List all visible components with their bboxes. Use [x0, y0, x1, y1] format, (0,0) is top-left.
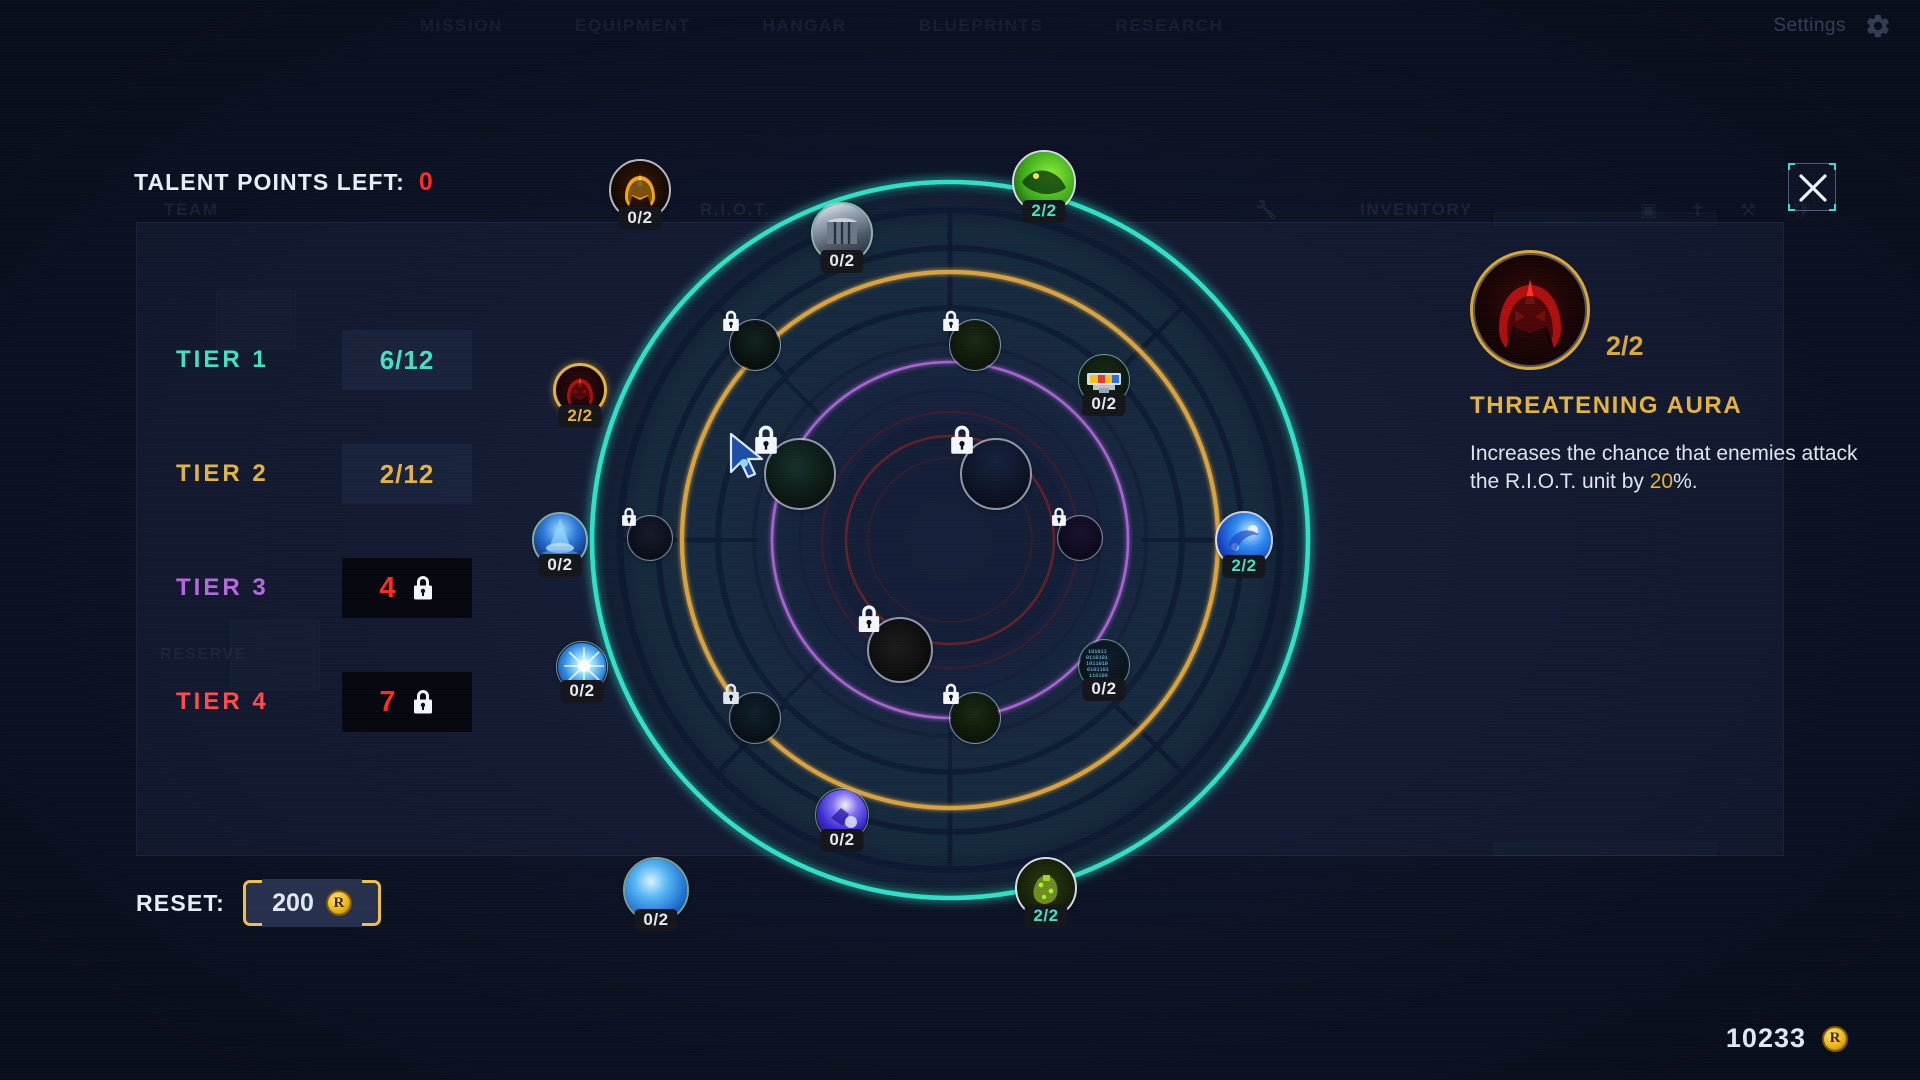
lock-icon	[943, 683, 959, 704]
corner-tr	[1829, 163, 1836, 170]
talent-points-header: TALENT POINTS LEFT: 0	[134, 168, 434, 197]
lock-icon	[413, 690, 432, 714]
tier-4-label: TIER 4	[176, 688, 269, 715]
tab-mission[interactable]: MISSION	[420, 16, 503, 36]
talent-node-crate[interactable]: 0/2	[1078, 354, 1130, 416]
tier-row[interactable]: TIER 3 4	[176, 558, 472, 618]
talent-node-count: 0/2	[560, 680, 604, 703]
talent-node-locked-t3-a[interactable]	[723, 310, 781, 371]
bg-label-team: TEAM	[164, 200, 219, 219]
reset-control: RESET: 200 R	[136, 879, 381, 927]
lock-icon	[943, 310, 959, 331]
talent-node-armor-plate[interactable]: 0/2	[811, 202, 873, 273]
talent-node-threatening-aura[interactable]: 2/2	[553, 363, 607, 428]
tier-list: TIER 1 6/12 TIER 2 2/12 TIER 3 4 TIER 4	[176, 330, 472, 786]
talent-node-locked-t4-a[interactable]	[755, 425, 836, 510]
info-title: THREATENING AURA	[1470, 392, 1743, 419]
talent-node-blue-orb[interactable]: 2/2	[1215, 511, 1273, 578]
talent-node-count: 2/2	[1222, 555, 1266, 578]
tier-2-label: TIER 2	[176, 460, 269, 487]
talent-node-count: 0/2	[538, 554, 582, 577]
talent-points-label: TALENT POINTS LEFT:	[134, 169, 405, 195]
talent-node-count: 0/2	[1082, 678, 1126, 701]
talent-node-purple-orb[interactable]: 0/2	[815, 788, 869, 852]
info-rank: 2/2	[1606, 331, 1644, 361]
gear-icon	[1867, 14, 1889, 38]
talent-info-panel: 2/2 THREATENING AURA Increases the chanc…	[1470, 250, 1860, 495]
info-icon-row: 2/2	[1470, 250, 1860, 370]
talent-points-value: 0	[418, 168, 434, 196]
talent-node-count: 2/2	[1024, 905, 1068, 928]
lock-icon	[723, 683, 739, 704]
tier-4-requirement: 7	[379, 685, 397, 718]
lock-icon	[723, 310, 739, 331]
talent-node-locked-t4-b[interactable]	[951, 425, 1032, 510]
close-button[interactable]	[1788, 163, 1836, 211]
info-desc-post: %.	[1673, 469, 1698, 493]
tab-blueprints[interactable]: BLUEPRINTS	[919, 16, 1044, 36]
tier-4-progress: 7	[342, 672, 472, 732]
settings-label: Settings	[1773, 15, 1846, 36]
lock-icon	[1052, 507, 1066, 526]
talent-wheel: 0/2 2/2 2/2 2/2 0/2 0/2 0/2 0/2 101011 0…	[520, 110, 1380, 970]
tier-3-label: TIER 3	[176, 574, 269, 601]
talent-node-locked-t3-d[interactable]	[943, 683, 1001, 744]
talent-node-locked-t3-c[interactable]	[1052, 507, 1103, 561]
corner-br	[1829, 204, 1836, 211]
tier-row[interactable]: TIER 1 6/12	[176, 330, 472, 390]
tab-research[interactable]: RESEARCH	[1115, 16, 1223, 36]
credits-coin-icon: R	[1822, 1025, 1848, 1052]
credits-coin-icon: R	[325, 890, 352, 916]
threatening-aura-icon	[1470, 250, 1590, 370]
talent-node-locked-t3-e[interactable]	[723, 683, 781, 744]
talent-node-data-sphere[interactable]: 101011 0110101 1011010 0101101 110100 0/2	[1078, 639, 1130, 701]
reset-cost: 200	[272, 888, 314, 917]
reset-label: RESET:	[136, 889, 225, 916]
talent-node-count: 0/2	[1082, 393, 1126, 416]
info-desc-highlight: 20	[1649, 469, 1674, 493]
info-description: Increases the chance that enemies attack…	[1470, 440, 1860, 495]
talent-node-blue-beam[interactable]: 0/2	[532, 512, 588, 577]
corner-tl	[1788, 163, 1795, 170]
lock-icon	[622, 507, 636, 526]
close-icon	[1799, 174, 1827, 202]
talent-node-green-creature[interactable]: 2/2	[1012, 150, 1076, 223]
talent-node-count: 0/2	[820, 250, 864, 273]
bg-tools-icon: ⚒	[1740, 200, 1757, 220]
talent-node-count: 0/2	[618, 207, 662, 230]
tier-2-progress: 2/12	[342, 444, 472, 504]
tier-row[interactable]: TIER 4 7	[176, 672, 472, 732]
reset-button[interactable]: 200 R	[243, 879, 381, 927]
talent-node-helmet-flame[interactable]: 0/2	[609, 159, 671, 230]
tier-1-label: TIER 1	[176, 346, 269, 373]
lock-icon	[858, 605, 880, 633]
currency-amount: 10233	[1725, 1023, 1806, 1053]
talent-node-locked-t4-c[interactable]	[858, 605, 933, 683]
settings-button[interactable]: Settings	[1773, 12, 1892, 40]
tier-3-requirement: 4	[379, 571, 397, 604]
lock-icon	[951, 425, 973, 454]
talent-node-flare[interactable]: 0/2	[556, 641, 608, 703]
corner-bl	[1788, 204, 1795, 211]
talent-node-count: 0/2	[820, 829, 864, 852]
tier-3-progress: 4	[342, 558, 472, 618]
talent-node-locked-t3-b[interactable]	[943, 310, 1001, 371]
mouse-cursor	[729, 432, 764, 479]
threatening-aura-art	[1499, 279, 1561, 348]
talent-node-count: 2/2	[558, 405, 602, 428]
talent-node-blue-sphere[interactable]: 0/2	[623, 857, 689, 932]
talent-node-count: 2/2	[1022, 200, 1066, 223]
talent-tree-screen: TEAM R.I.O.T. INVENTORY 🔧 ▣ ✝ ⚒ 🛡 RESERV…	[0, 0, 1920, 1080]
tab-equipment[interactable]: EQUIPMENT	[575, 16, 690, 36]
lock-icon	[413, 576, 432, 600]
tier-1-progress: 6/12	[342, 330, 472, 390]
talent-node-count: 0/2	[634, 909, 678, 932]
top-navigation-bar: MISSION EQUIPMENT HANGAR BLUEPRINTS RESE…	[0, 0, 1920, 58]
talent-node-locked-t3-f[interactable]	[622, 507, 673, 561]
tab-hangar[interactable]: HANGAR	[762, 16, 846, 36]
tier-row[interactable]: TIER 2 2/12	[176, 444, 472, 504]
top-nav-tabs: MISSION EQUIPMENT HANGAR BLUEPRINTS RESE…	[420, 16, 1224, 36]
talent-node-green-grenade[interactable]: 2/2	[1015, 857, 1077, 928]
currency-display: 10233 R	[1726, 1023, 1848, 1054]
